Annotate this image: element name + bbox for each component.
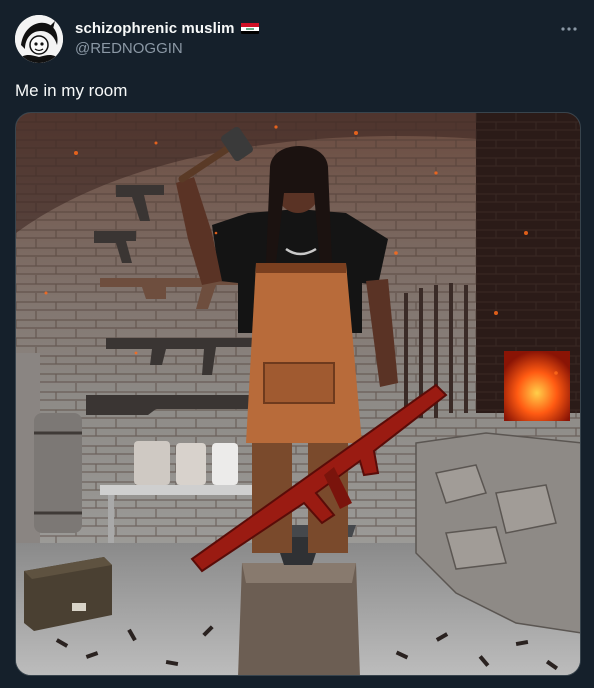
author-display-name[interactable]: schizophrenic muslim bbox=[75, 20, 235, 37]
forge-room-photo bbox=[16, 113, 580, 675]
more-dots-icon bbox=[561, 27, 577, 31]
tweet-text: Me in my room bbox=[15, 81, 128, 100]
more-options-button[interactable] bbox=[558, 18, 580, 40]
avatar[interactable] bbox=[15, 15, 63, 63]
tweet: schizophrenic muslim @REDNOGGIN Me in my… bbox=[0, 0, 594, 688]
author-handle[interactable]: @REDNOGGIN bbox=[75, 40, 183, 57]
tweet-media-photo[interactable] bbox=[15, 112, 581, 676]
iraq-flag-icon bbox=[240, 22, 259, 34]
author-row: schizophrenic muslim bbox=[75, 18, 259, 38]
